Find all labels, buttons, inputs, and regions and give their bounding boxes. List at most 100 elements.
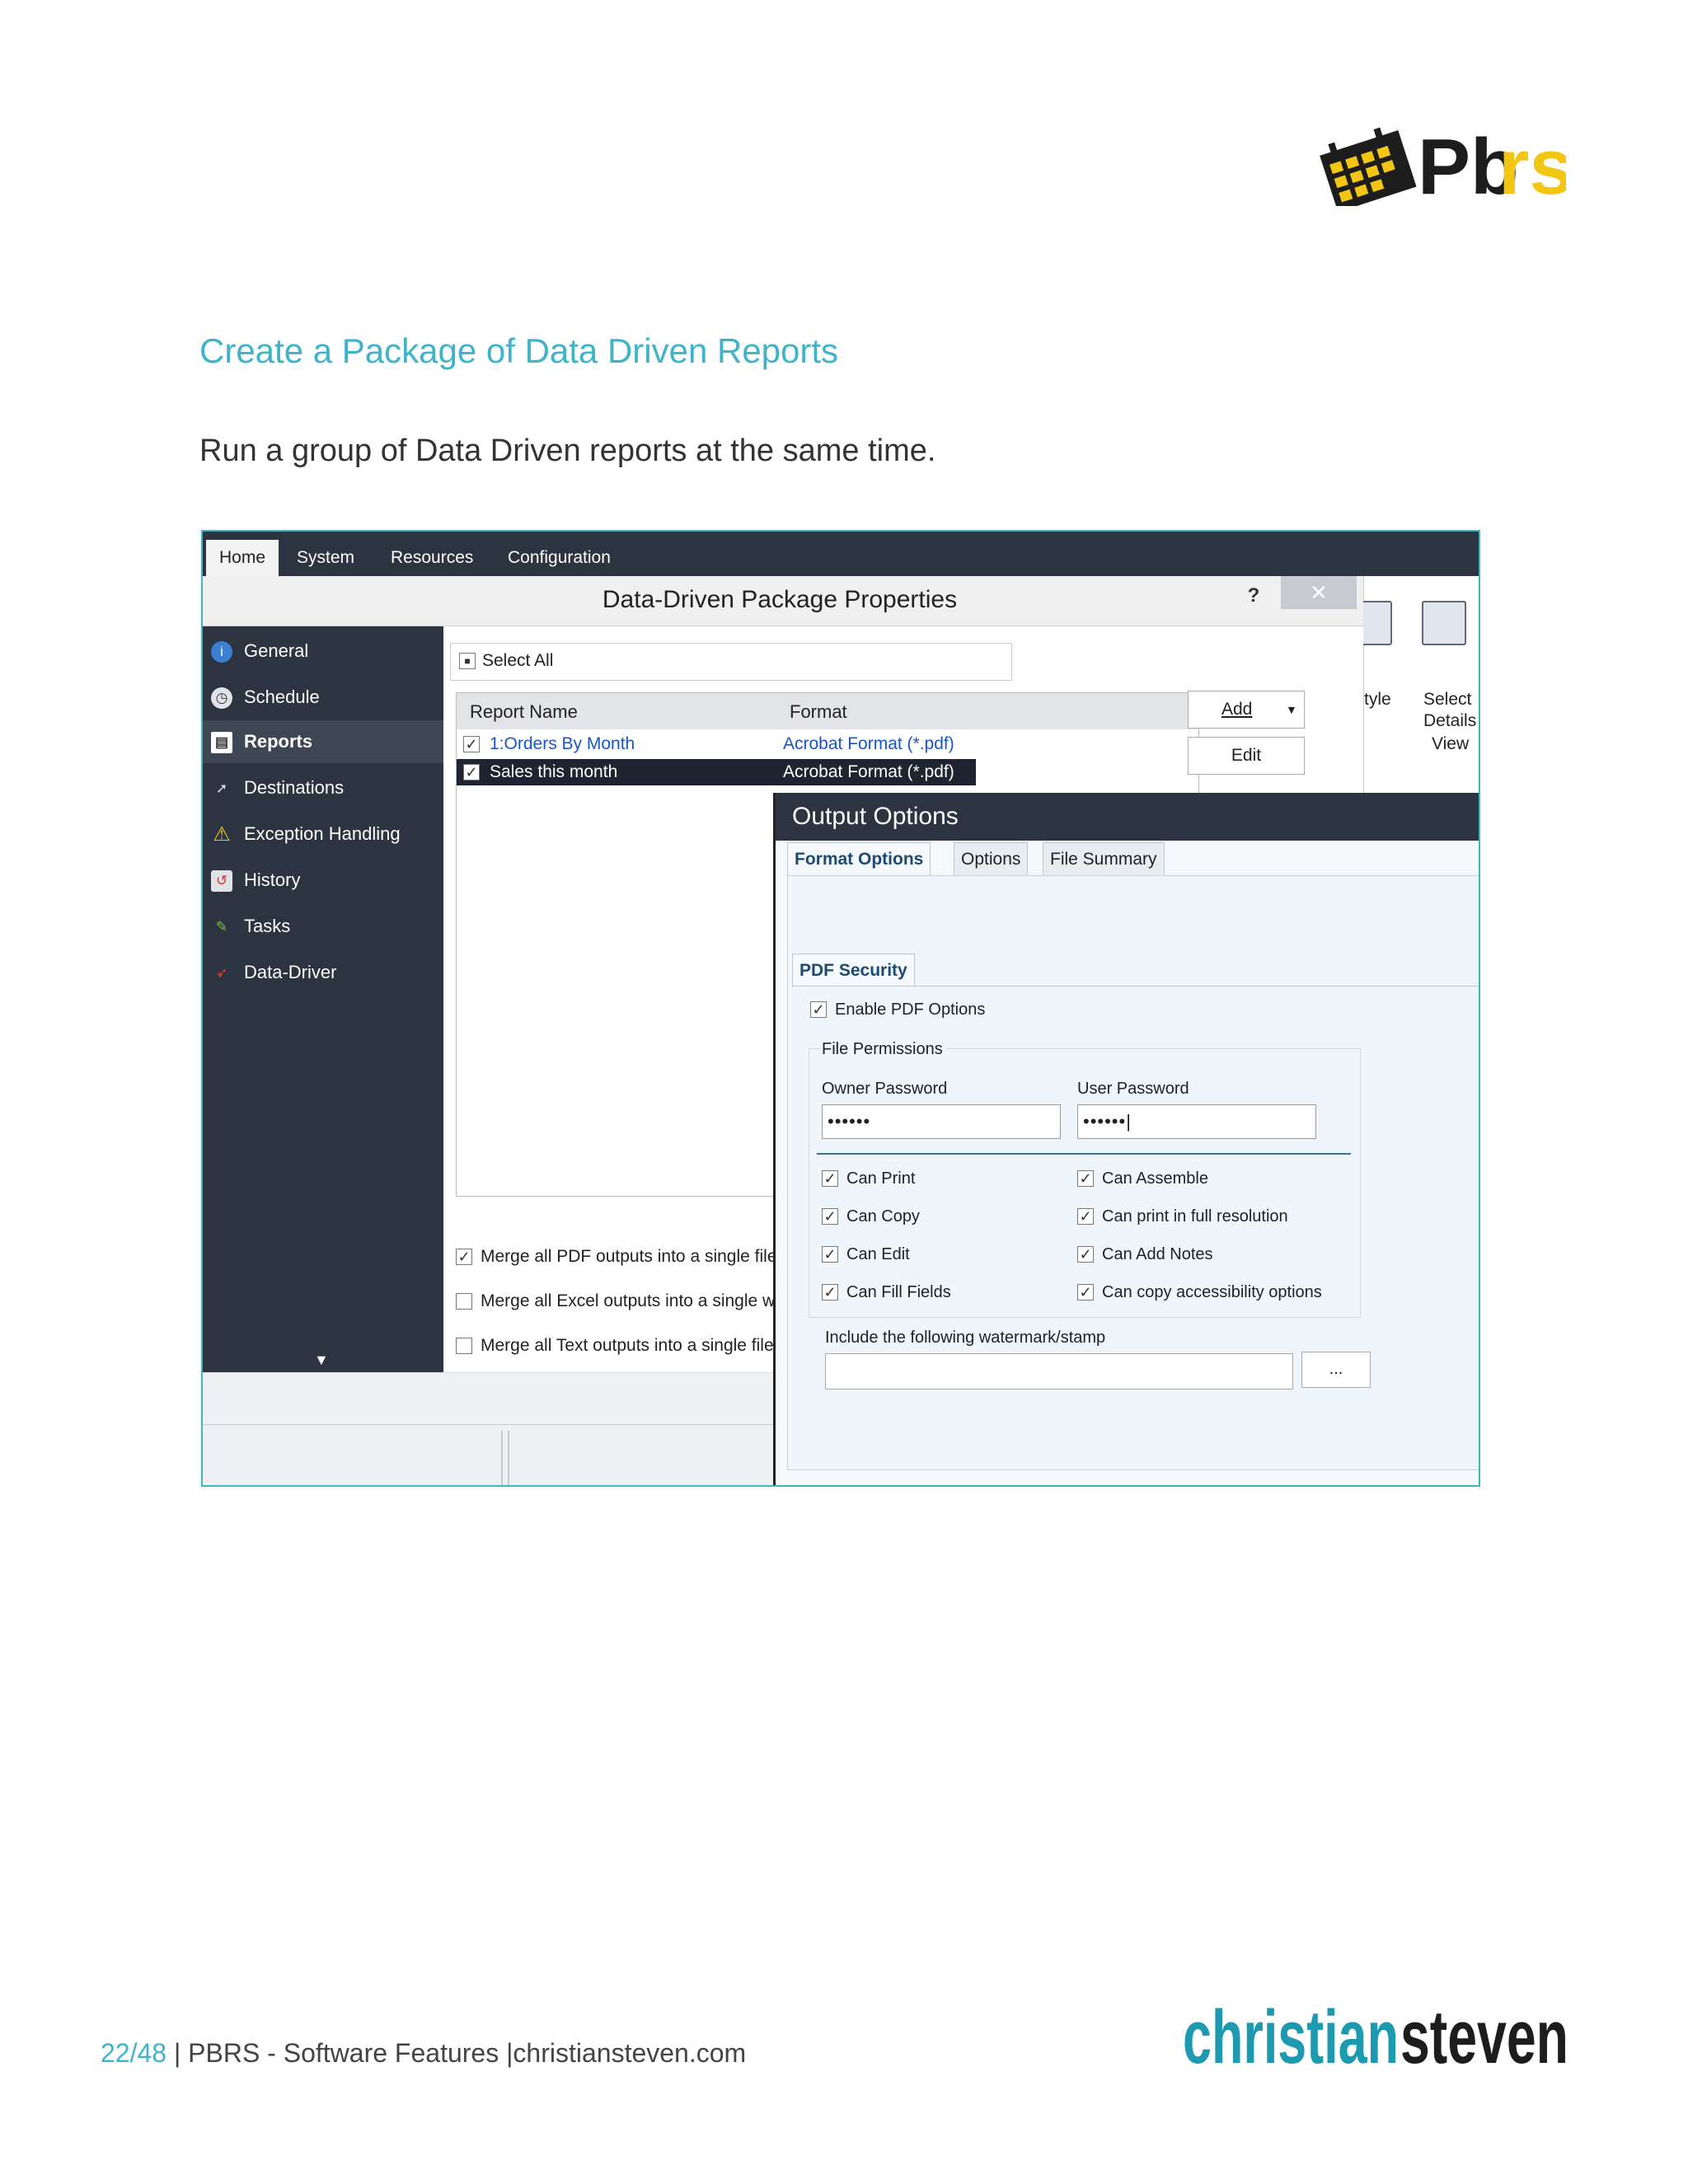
list-header: Report Name Format <box>457 693 1198 729</box>
can-copy-checkbox[interactable]: ✓ <box>822 1208 838 1225</box>
tasks-icon: ✎ <box>215 919 228 935</box>
row-checkbox[interactable]: ✓ <box>463 736 480 752</box>
footer-text: | PBRS - Software Features |christianste… <box>166 2038 747 2068</box>
nav-label: General <box>244 640 309 661</box>
svg-text:steven: steven <box>1400 1995 1568 2075</box>
output-options-titlebar: Output Options <box>776 793 1479 841</box>
clock-icon: ◷ <box>211 687 232 709</box>
page-heading: Create a Package of Data Driven Reports <box>199 331 839 370</box>
can-copy-accessibility-checkbox[interactable]: ✓ <box>1077 1284 1094 1301</box>
svg-text:rs: rs <box>1498 123 1566 206</box>
nav-label: History <box>244 869 301 890</box>
can-fill-fields-label: Can Fill Fields <box>846 1283 951 1301</box>
chevron-down-icon[interactable]: ▼ <box>314 1352 329 1369</box>
nav-item-reports[interactable]: ▤ Reports <box>203 720 443 763</box>
page-footer: 22/48 | PBRS - Software Features |christ… <box>101 2038 746 2069</box>
details-label: Details <box>1423 711 1477 730</box>
user-password-field[interactable]: ••••••| <box>1077 1104 1316 1139</box>
browse-button[interactable]: ... <box>1301 1352 1371 1388</box>
merge-excel-checkbox[interactable] <box>456 1293 472 1310</box>
page-number: 22/48 <box>101 2038 167 2068</box>
nav-label: Reports <box>244 731 313 752</box>
gear-icon[interactable] <box>1422 601 1466 645</box>
nav-item-general[interactable]: i General <box>203 630 443 673</box>
tab-pdf-security[interactable]: PDF Security <box>792 954 915 987</box>
dropdown-arrow-icon: ▼ <box>1286 703 1297 716</box>
help-button[interactable]: ? <box>1233 579 1274 612</box>
can-assemble-label: Can Assemble <box>1102 1169 1208 1188</box>
tab-format-options[interactable]: Format Options <box>787 842 931 876</box>
can-print-label: Can Print <box>846 1169 916 1188</box>
nav-item-exception-handling[interactable]: ⚠ Exception Handling <box>203 813 443 855</box>
dialog-title: Data-Driven Package Properties <box>602 586 958 613</box>
ribbon-tab-system[interactable]: System <box>284 540 368 576</box>
warning-icon: ⚠ <box>213 823 231 846</box>
can-print-checkbox[interactable]: ✓ <box>822 1170 838 1187</box>
divider <box>508 1431 509 1485</box>
user-password-label: User Password <box>1077 1080 1189 1098</box>
merge-excel-label: Merge all Excel outputs into a single w <box>481 1291 776 1310</box>
can-fill-fields-checkbox[interactable]: ✓ <box>822 1284 838 1301</box>
ribbon-tab-configuration[interactable]: Configuration <box>495 540 624 576</box>
ribbon: Home System Resources Configuration <box>203 532 1479 576</box>
history-icon: ↺ <box>211 870 232 892</box>
can-copy-label: Can Copy <box>846 1207 920 1226</box>
owner-password-field[interactable]: •••••• <box>822 1104 1061 1139</box>
nav-item-history[interactable]: ↺ History <box>203 859 443 902</box>
info-icon: i <box>211 641 232 663</box>
nav-item-destinations[interactable]: ➚ Destinations <box>203 766 443 809</box>
select-all-checkbox[interactable]: ■ <box>459 653 476 669</box>
watermark-input[interactable] <box>825 1353 1293 1390</box>
file-permissions-label: File Permissions <box>822 1040 946 1059</box>
tab-options[interactable]: Options <box>954 842 1029 877</box>
nav-item-schedule[interactable]: ◷ Schedule <box>203 676 443 719</box>
app-screenshot: Home System Resources Configuration tyle… <box>201 530 1480 1487</box>
page-subheading: Run a group of Data Driven reports at th… <box>199 434 936 468</box>
ribbon-tab-home[interactable]: Home <box>206 540 279 576</box>
merge-pdf-option[interactable]: ✓ Merge all PDF outputs into a single fi… <box>456 1244 777 1269</box>
report-name: Sales this month <box>490 762 618 781</box>
column-report-name[interactable]: Report Name <box>470 701 578 723</box>
table-row[interactable]: ✓ Sales this month Acrobat Format (*.pdf… <box>457 759 976 785</box>
owner-password-label: Owner Password <box>822 1080 948 1098</box>
svg-text:christian: christian <box>1183 1995 1399 2075</box>
nav-item-data-driver[interactable]: ➶ Data-Driver <box>203 951 443 994</box>
add-button-label: Add <box>1221 700 1253 719</box>
enable-pdf-label: Enable PDF Options <box>835 1001 986 1019</box>
close-button[interactable]: ✕ <box>1281 576 1357 609</box>
edit-button[interactable]: Edit <box>1188 737 1305 775</box>
pbrs-logo: Pb rs <box>1320 123 1566 206</box>
view-label: View <box>1432 734 1470 753</box>
table-row[interactable]: ✓ 1:Orders By Month Acrobat Format (*.pd… <box>457 731 1198 757</box>
can-add-notes-label: Can Add Notes <box>1102 1245 1213 1263</box>
divider <box>501 1431 503 1485</box>
can-edit-checkbox[interactable]: ✓ <box>822 1246 838 1263</box>
can-edit-label: Can Edit <box>846 1245 910 1263</box>
merge-text-label: Merge all Text outputs into a single fil… <box>481 1336 774 1355</box>
merge-text-checkbox[interactable] <box>456 1338 472 1354</box>
ribbon-tab-resources[interactable]: Resources <box>377 540 486 576</box>
column-format[interactable]: Format <box>790 701 847 723</box>
can-print-full-res-checkbox[interactable]: ✓ <box>1077 1208 1094 1225</box>
dialog-titlebar: Data-Driven Package Properties ? ✕ <box>203 576 1363 626</box>
tab-file-summary[interactable]: File Summary <box>1043 842 1165 877</box>
can-assemble-checkbox[interactable]: ✓ <box>1077 1170 1094 1187</box>
add-button[interactable]: Add ▼ <box>1188 691 1305 729</box>
nav-label: Destinations <box>244 777 345 798</box>
merge-excel-option[interactable]: Merge all Excel outputs into a single w <box>456 1289 775 1314</box>
output-options-window: Output Options Format Options Options Fi… <box>773 793 1479 1485</box>
can-copy-accessibility-label: Can copy accessibility options <box>1102 1283 1322 1301</box>
destinations-icon: ➚ <box>215 780 228 796</box>
nav-label: Tasks <box>244 916 291 936</box>
can-add-notes-checkbox[interactable]: ✓ <box>1077 1246 1094 1263</box>
row-checkbox[interactable]: ✓ <box>463 764 480 780</box>
enable-pdf-checkbox[interactable]: ✓ <box>810 1001 827 1018</box>
nav-item-tasks[interactable]: ✎ Tasks <box>203 905 443 948</box>
merge-pdf-checkbox[interactable]: ✓ <box>456 1249 472 1265</box>
nav-label: Schedule <box>244 687 320 707</box>
report-format: Acrobat Format (*.pdf) <box>783 734 954 753</box>
watermark-label: Include the following watermark/stamp <box>825 1329 1106 1347</box>
merge-text-option[interactable]: Merge all Text outputs into a single fil… <box>456 1333 774 1358</box>
nav-label: Exception Handling <box>244 823 401 844</box>
report-format: Acrobat Format (*.pdf) <box>783 762 954 781</box>
